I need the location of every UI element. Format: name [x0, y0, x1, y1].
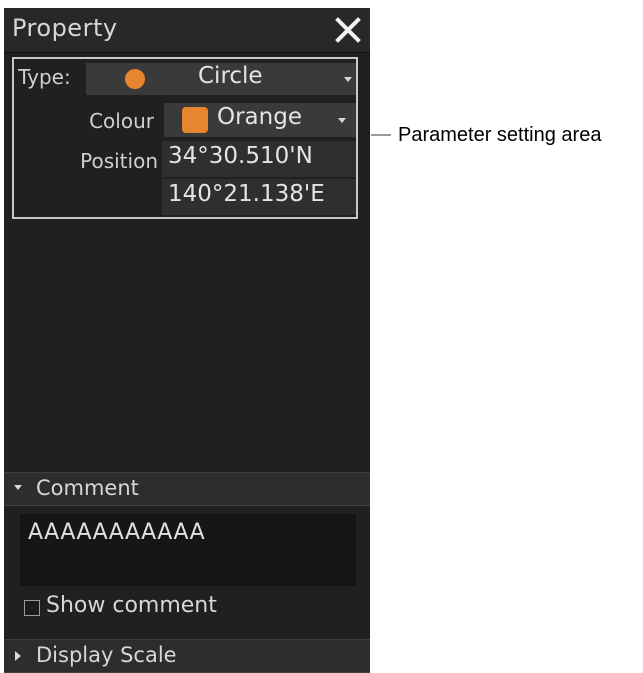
- parameter-setting-area: Type: Circle Colour Orange Position 34°3…: [12, 57, 358, 219]
- type-dropdown[interactable]: Circle: [86, 63, 356, 95]
- colour-label: Colour: [89, 109, 154, 133]
- property-panel: Property Type: Circle Colour Orange Posi…: [4, 8, 370, 673]
- show-comment-label: Show comment: [46, 593, 217, 618]
- close-icon: [335, 17, 361, 43]
- panel-title: Property: [12, 14, 118, 42]
- title-bar: Property: [4, 8, 370, 53]
- chevron-down-icon: [338, 118, 346, 123]
- latitude-field[interactable]: 34°30.510'N: [162, 141, 356, 177]
- callout-line: [371, 134, 391, 136]
- chevron-down-icon: [344, 77, 352, 82]
- colour-value: Orange: [217, 104, 302, 130]
- position-label: Position: [80, 149, 158, 173]
- longitude-field[interactable]: 140°21.138'E: [162, 179, 356, 215]
- close-button[interactable]: [330, 12, 366, 48]
- comment-textarea[interactable]: AAAAAAAAAAA: [20, 514, 356, 586]
- expand-down-icon: [14, 485, 22, 490]
- display-scale-header-label: Display Scale: [36, 643, 177, 667]
- circle-symbol-icon: [125, 69, 145, 89]
- display-scale-section-header[interactable]: Display Scale: [4, 639, 370, 673]
- callout-label: Parameter setting area: [398, 124, 602, 146]
- type-label: Type:: [18, 65, 71, 89]
- comment-section-header[interactable]: Comment: [4, 472, 370, 506]
- type-value: Circle: [198, 63, 263, 89]
- comment-header-label: Comment: [36, 476, 139, 500]
- expand-right-icon: [15, 651, 21, 661]
- colour-dropdown[interactable]: Orange: [164, 103, 356, 137]
- show-comment-checkbox[interactable]: [24, 600, 40, 616]
- colour-swatch: [182, 107, 208, 133]
